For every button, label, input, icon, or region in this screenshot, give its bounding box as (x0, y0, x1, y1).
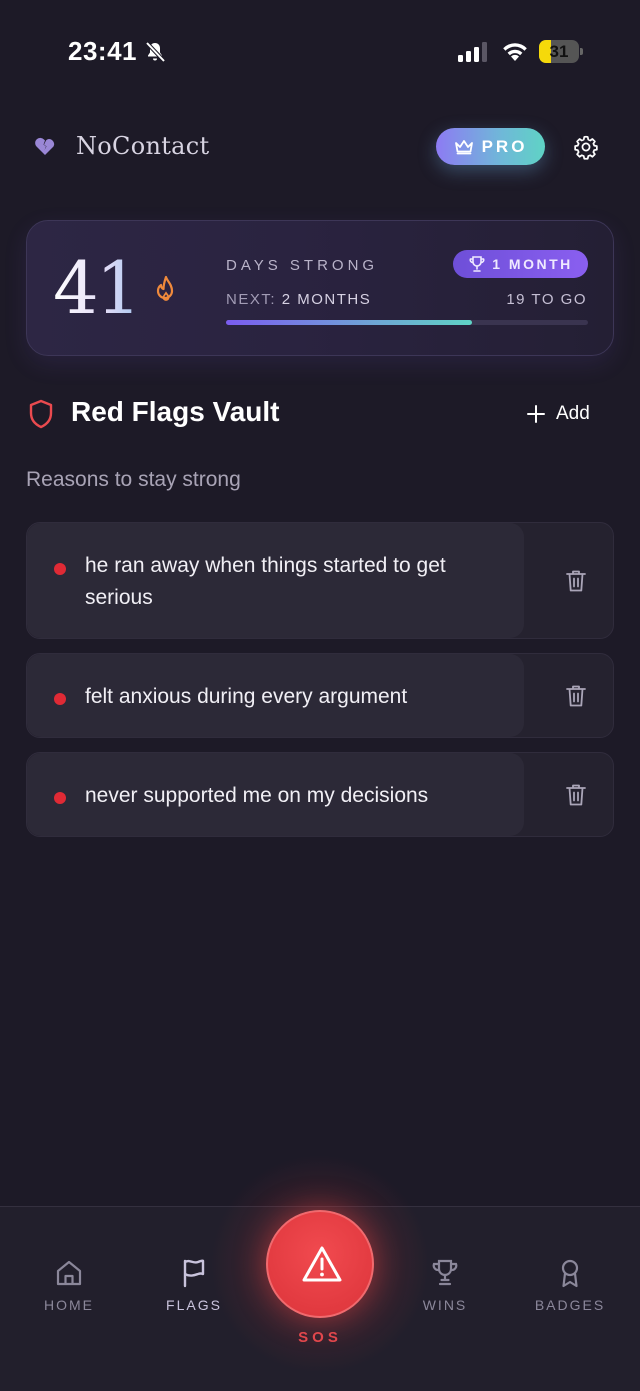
section-title: Red Flags Vault (71, 396, 280, 427)
red-dot-icon (54, 792, 66, 804)
add-label: Add (556, 403, 590, 424)
flame-icon (156, 275, 174, 301)
nav-home[interactable]: HOME (24, 1257, 114, 1313)
cellular-signal-icon (458, 42, 487, 62)
streak-card[interactable]: 41 DAYS STRONG 1 MONTH NEXT: 2 MONTHS 19… (26, 220, 614, 356)
trash-icon[interactable] (565, 783, 587, 807)
next-milestone: NEXT: 2 MONTHS (226, 291, 371, 308)
battery-indicator: 31 (539, 40, 583, 63)
flag-icon (183, 1259, 205, 1288)
streak-progress-fill (226, 320, 473, 325)
flag-text: never supported me on my decisions (85, 784, 429, 807)
home-icon (56, 1260, 82, 1286)
bell-slash-icon (145, 41, 166, 63)
milestone-label: 1 MONTH (492, 256, 573, 272)
days-to-go: 19 TO GO (506, 291, 587, 308)
badge-icon (561, 1259, 579, 1288)
shield-icon (29, 399, 53, 429)
flag-text: felt anxious during every argument (85, 685, 408, 708)
trash-icon[interactable] (565, 569, 587, 593)
battery-level: 31 (549, 42, 569, 61)
nav-badges[interactable]: BADGES (525, 1257, 615, 1313)
milestone-badge: 1 MONTH (453, 250, 588, 278)
app-name: NoContact (76, 132, 210, 160)
section-subtitle: Reasons to stay strong (26, 468, 241, 491)
days-strong-label: DAYS STRONG (226, 257, 379, 274)
list-item[interactable]: he ran away when things started to get s… (26, 522, 614, 639)
pro-button[interactable]: PRO (436, 128, 545, 165)
nav-label: BADGES (534, 1297, 606, 1313)
status-time: 23:41 (68, 36, 137, 66)
plus-icon (527, 405, 545, 423)
crown-icon (454, 139, 473, 154)
red-dot-icon (54, 693, 66, 705)
flag-text: he ran away when things started to get s… (85, 554, 446, 609)
next-prefix: NEXT: (226, 291, 277, 308)
red-dot-icon (54, 563, 66, 575)
broken-heart-icon (35, 137, 55, 155)
gear-icon[interactable] (573, 134, 599, 160)
list-item[interactable]: felt anxious during every argument (26, 653, 614, 738)
pro-label: PRO (481, 136, 528, 156)
next-value: 2 MONTHS (281, 291, 372, 308)
trophy-icon (432, 1259, 458, 1286)
list-item[interactable]: never supported me on my decisions (26, 752, 614, 837)
trash-icon[interactable] (565, 684, 587, 708)
streak-progress-bar (226, 320, 588, 325)
sos-button[interactable] (266, 1210, 374, 1318)
sos-label: SOS (298, 1329, 342, 1346)
add-flag-button[interactable]: Add (526, 400, 590, 428)
trophy-icon (469, 256, 485, 272)
nav-label: HOME (44, 1297, 94, 1313)
streak-days-count: 41 (53, 243, 142, 333)
status-bar: 23:41 31 (0, 0, 640, 100)
warning-triangle-icon (302, 1246, 342, 1282)
wifi-icon (503, 43, 527, 61)
